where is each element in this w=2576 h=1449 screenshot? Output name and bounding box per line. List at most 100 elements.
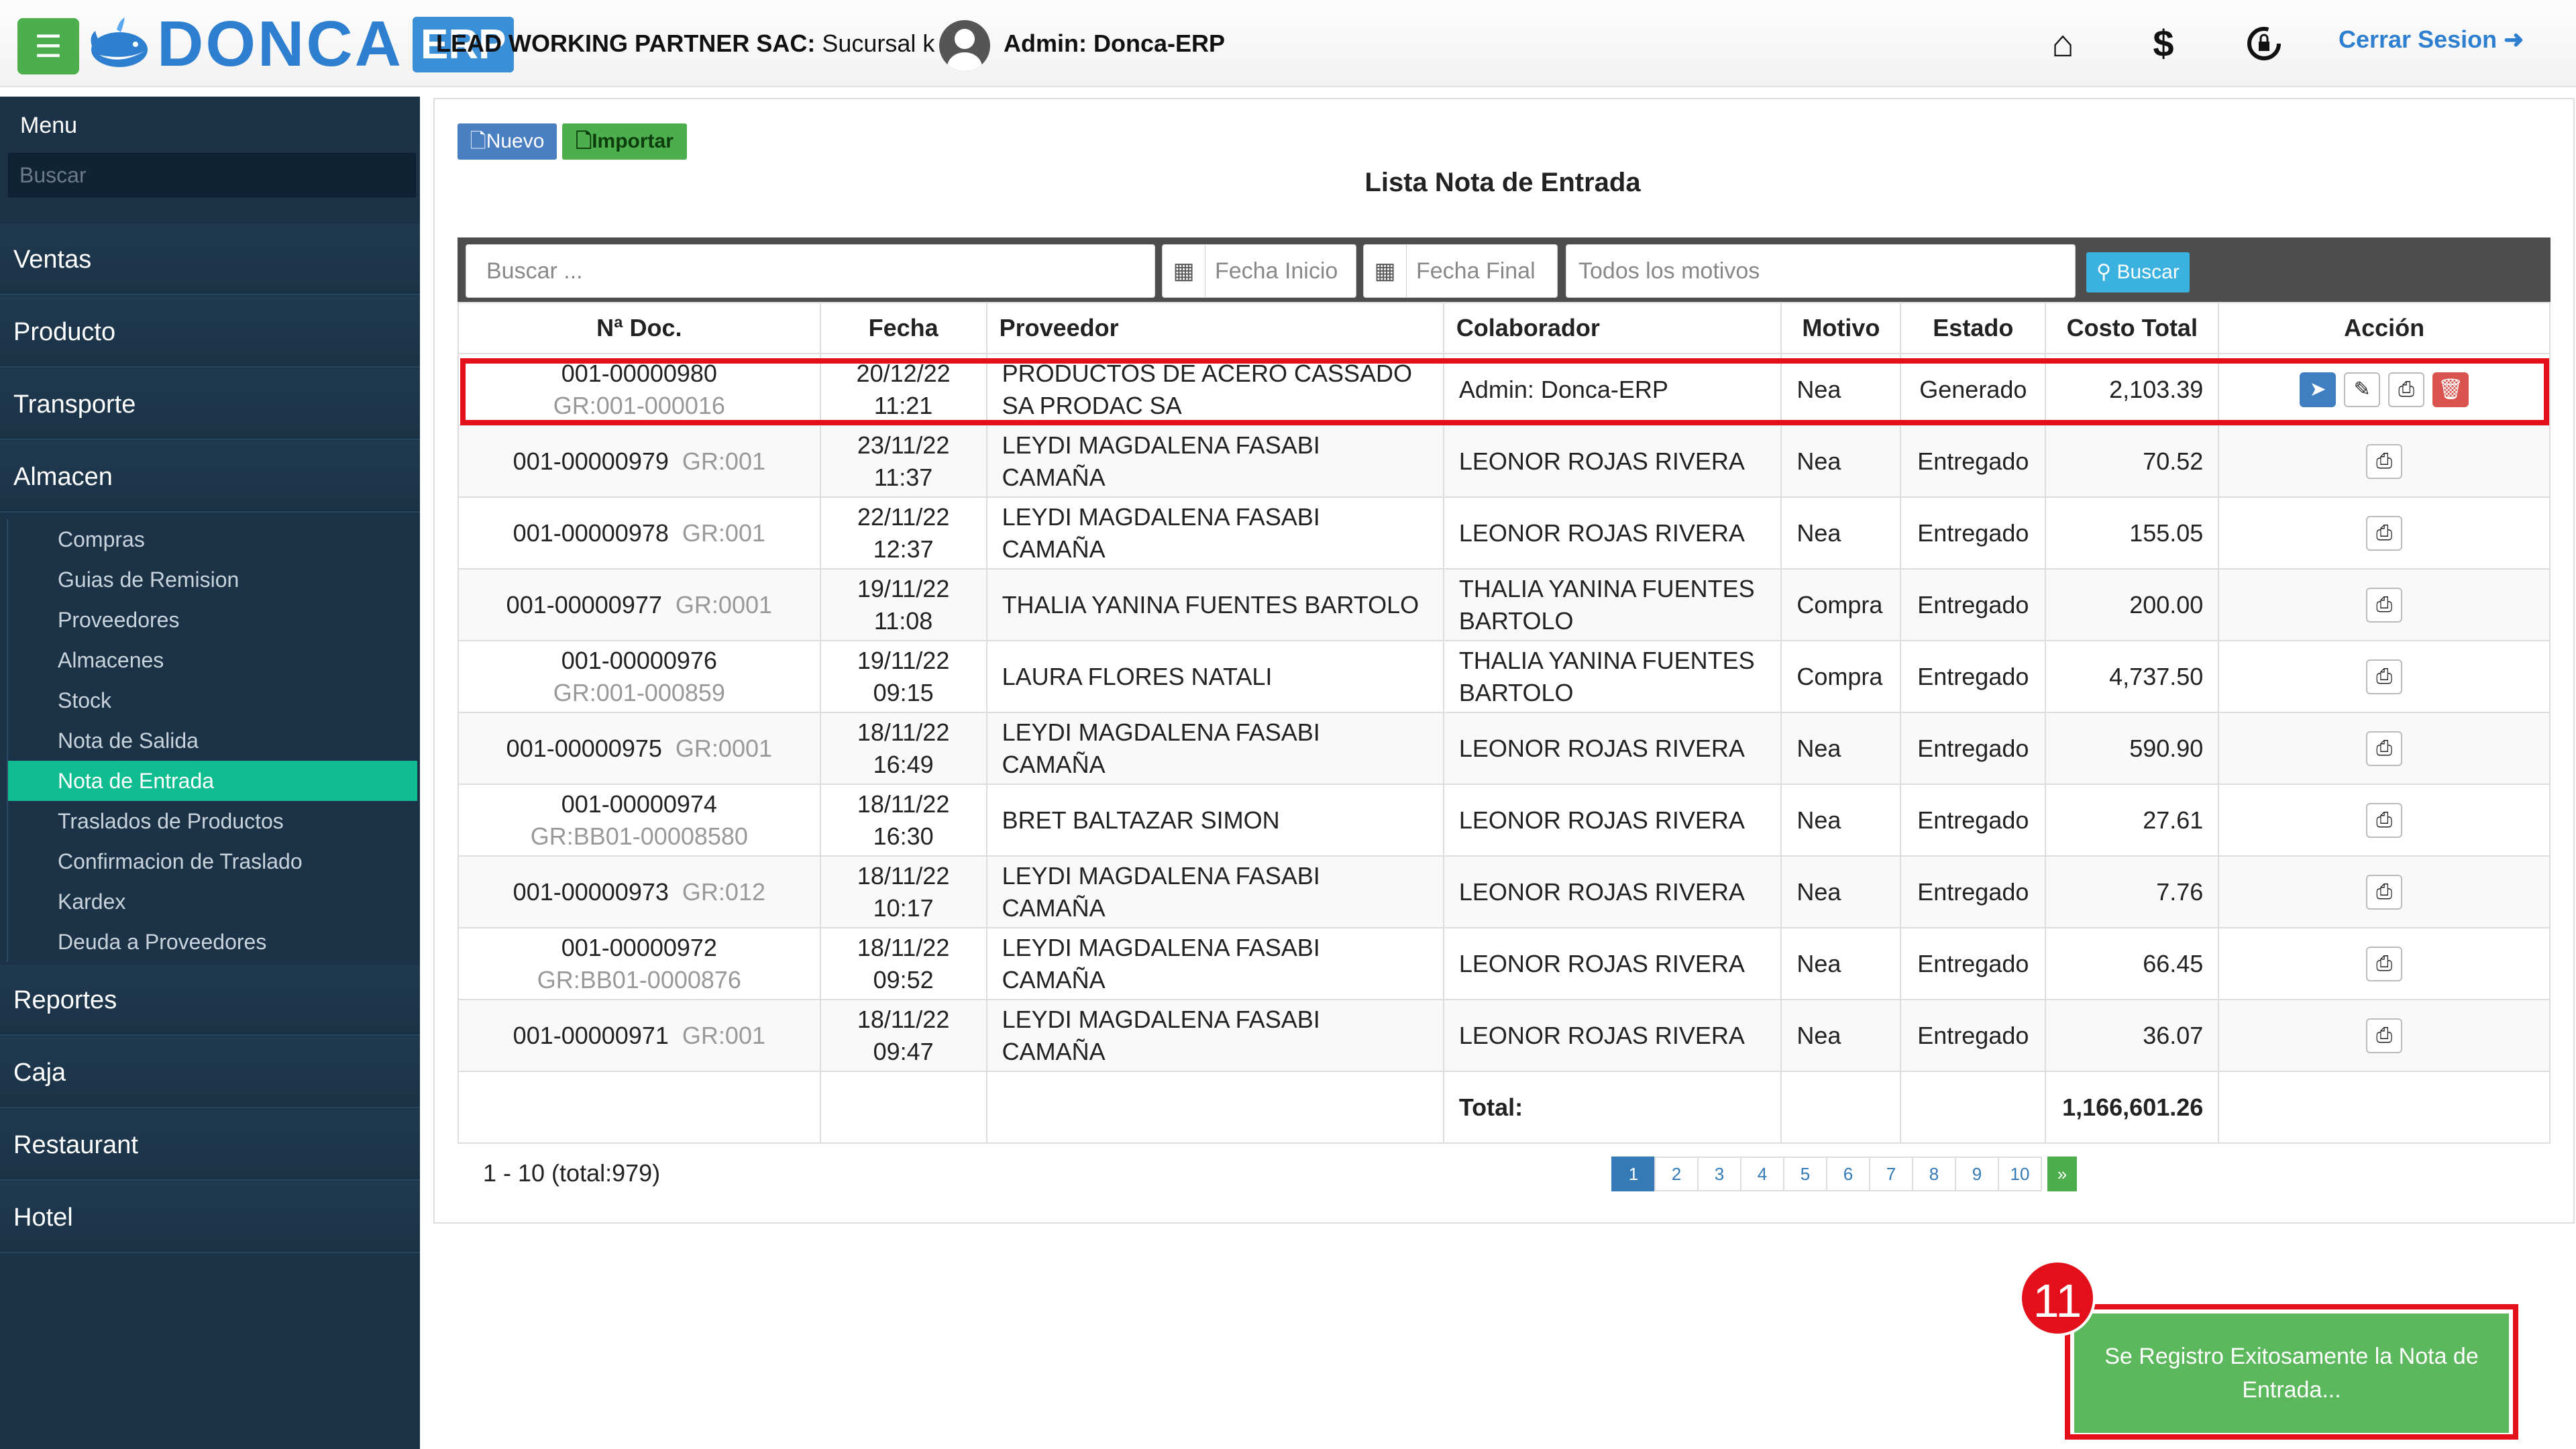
- table-body: 001-00000980 GR:001-000016 20/12/22 11:21 PR…: [458, 353, 2551, 1144]
- fecha-inicio-input[interactable]: ▦ Fecha Inicio: [1162, 244, 1356, 298]
- page-link[interactable]: 10: [1998, 1157, 2042, 1191]
- cell-estado: Generado: [1900, 353, 2047, 426]
- nuevo-button[interactable]: 🗋Nuevo: [458, 123, 557, 160]
- print-icon[interactable]: ⎙: [2366, 588, 2403, 623]
- date: 20/12/22: [856, 359, 951, 387]
- col-header-proveedor[interactable]: Proveedor: [985, 302, 1444, 354]
- table-total-row: Total: 1,166,601.26: [458, 1071, 2551, 1144]
- sign-out-icon: ➜: [2504, 25, 2524, 53]
- col-header-estado[interactable]: Estado: [1900, 302, 2047, 354]
- doc-number: 001-00000971: [513, 1021, 669, 1049]
- cell-colaborador: Admin: Donca-ERP: [1442, 353, 1782, 426]
- search-input[interactable]: Buscar ...: [466, 244, 1155, 298]
- print-icon[interactable]: ⎙: [2366, 444, 2403, 479]
- sidebar-sub-guias[interactable]: Guias de Remision: [7, 559, 417, 600]
- sidebar-sub-traslados[interactable]: Traslados de Productos: [7, 801, 417, 841]
- calendar-icon: ▦: [1364, 245, 1407, 297]
- sidebar-sub-deuda[interactable]: Deuda a Proveedores: [7, 922, 417, 962]
- sidebar-item-hotel[interactable]: Hotel: [0, 1182, 420, 1253]
- time: 10:17: [873, 894, 934, 922]
- sidebar-sub-nota-salida[interactable]: Nota de Salida: [7, 720, 417, 761]
- page-link[interactable]: 4: [1740, 1157, 1784, 1191]
- calendar-icon: ▦: [1163, 245, 1205, 297]
- cell-accion: ⎙: [2218, 568, 2551, 641]
- sidebar-item-transporte[interactable]: Transporte: [0, 369, 420, 440]
- col-header-costo[interactable]: Costo Total: [2045, 302, 2220, 354]
- cell-colaborador: LEONOR ROJAS RIVERA: [1442, 784, 1782, 857]
- cell-proveedor: THALIA YANINA FUENTES BARTOLO: [985, 568, 1444, 641]
- send-icon[interactable]: ➤: [2300, 372, 2337, 407]
- cell-accion: ⎙: [2218, 640, 2551, 713]
- cell-colaborador: LEONOR ROJAS RIVERA: [1442, 425, 1782, 498]
- importar-button[interactable]: 🗋Importar: [562, 123, 687, 160]
- fecha-final-input[interactable]: ▦ Fecha Final: [1363, 244, 1558, 298]
- cell-accion: ⎙: [2218, 425, 2551, 498]
- sidebar-search-input[interactable]: Buscar: [8, 153, 416, 197]
- sidebar-sub-kardex[interactable]: Kardex: [7, 881, 417, 922]
- cell-colaborador: LEONOR ROJAS RIVERA: [1442, 712, 1782, 785]
- total-label: Total:: [1442, 1071, 1782, 1144]
- motivo-select[interactable]: Todos los motivos: [1566, 244, 2076, 298]
- sidebar-sub-compras[interactable]: Compras: [7, 519, 417, 559]
- col-header-doc[interactable]: Nª Doc.: [458, 302, 821, 354]
- admin-user-label[interactable]: Admin: Donca-ERP: [1004, 30, 1225, 58]
- sidebar-item-almacen[interactable]: Almacen: [0, 441, 420, 513]
- edit-icon[interactable]: ✎: [2344, 372, 2381, 407]
- avatar[interactable]: [939, 20, 990, 71]
- print-icon[interactable]: ⎙: [2366, 947, 2403, 981]
- page-link[interactable]: 7: [1869, 1157, 1913, 1191]
- print-icon[interactable]: ⎙: [2366, 516, 2403, 551]
- print-icon[interactable]: ⎙: [2366, 875, 2403, 910]
- print-icon[interactable]: ⎙: [2366, 1018, 2403, 1053]
- lock-refresh-icon[interactable]: [2241, 20, 2288, 67]
- page-link[interactable]: 1: [1611, 1157, 1656, 1191]
- sidebar-item-ventas[interactable]: Ventas: [0, 224, 420, 295]
- logout-link[interactable]: Cerrar Sesion ➜: [2339, 25, 2524, 54]
- cell-colaborador: LEONOR ROJAS RIVERA: [1442, 927, 1782, 1000]
- print-icon[interactable]: ⎙: [2366, 659, 2403, 694]
- filter-bar: Buscar ... ▦ Fecha Inicio ▦ Fecha Final To…: [458, 237, 2551, 302]
- buscar-button[interactable]: ⚲ Buscar: [2086, 252, 2190, 292]
- time: 11:37: [873, 463, 933, 491]
- home-icon[interactable]: ⌂: [2039, 20, 2086, 67]
- sidebar-sub-stock[interactable]: Stock: [7, 680, 417, 720]
- print-icon[interactable]: ⎙: [2366, 731, 2403, 766]
- sidebar-item-caja[interactable]: Caja: [0, 1037, 420, 1108]
- sidebar-title: Menu: [20, 113, 78, 138]
- table-row: 001-00000975 GR:0001 18/11/22 16:49 LEYDI M…: [458, 712, 2551, 785]
- cell-doc: 001-00000974 GR:BB01-00008580: [458, 784, 821, 857]
- next-page-button[interactable]: »: [2047, 1157, 2077, 1191]
- dollar-icon[interactable]: $: [2140, 20, 2187, 67]
- cell-costo: 7.76: [2045, 855, 2220, 928]
- sidebar-item-reportes[interactable]: Reportes: [0, 965, 420, 1036]
- print-icon[interactable]: ⎙: [2388, 372, 2425, 407]
- sidebar-sub-nota-entrada[interactable]: Nota de Entrada: [7, 761, 417, 801]
- cell-fecha: 18/11/22 16:30: [819, 784, 987, 857]
- page-link[interactable]: 3: [1697, 1157, 1741, 1191]
- col-header-colaborador[interactable]: Colaborador: [1442, 302, 1782, 354]
- page-link[interactable]: 6: [1826, 1157, 1870, 1191]
- page-link[interactable]: 9: [1955, 1157, 1999, 1191]
- hamburger-icon[interactable]: ☰: [17, 18, 79, 74]
- file-icon: 🗋: [576, 130, 592, 152]
- cell-estado: Entregado: [1900, 999, 2047, 1072]
- page-link[interactable]: 2: [1654, 1157, 1699, 1191]
- page-link[interactable]: 8: [1912, 1157, 1956, 1191]
- guia-remision: GR:001: [682, 447, 765, 475]
- sidebar-item-producto[interactable]: Producto: [0, 297, 420, 368]
- col-header-motivo[interactable]: Motivo: [1780, 302, 1902, 354]
- sidebar-sub-almacenes[interactable]: Almacenes: [7, 640, 417, 680]
- cell-motivo: Compra: [1780, 640, 1902, 713]
- sidebar-sub-proveedores[interactable]: Proveedores: [7, 600, 417, 640]
- pagination: 1 2 3 4 5 6 7 8 9 10»: [1611, 1157, 2077, 1191]
- success-toast[interactable]: Se Registro Exitosamente la Nota de Entr…: [2065, 1304, 2518, 1440]
- print-icon[interactable]: ⎙: [2366, 803, 2403, 838]
- page-link[interactable]: 5: [1783, 1157, 1827, 1191]
- branch-name: Sucursal k |: [815, 30, 948, 57]
- delete-icon[interactable]: 🗑: [2432, 372, 2469, 407]
- sidebar-sub-confirmacion[interactable]: Confirmacion de Traslado: [7, 841, 417, 881]
- col-header-fecha[interactable]: Fecha: [819, 302, 987, 354]
- sidebar-item-restaurant[interactable]: Restaurant: [0, 1110, 420, 1181]
- logo-name: DONCA: [157, 8, 403, 80]
- doc-number: 001-00000977: [506, 590, 662, 619]
